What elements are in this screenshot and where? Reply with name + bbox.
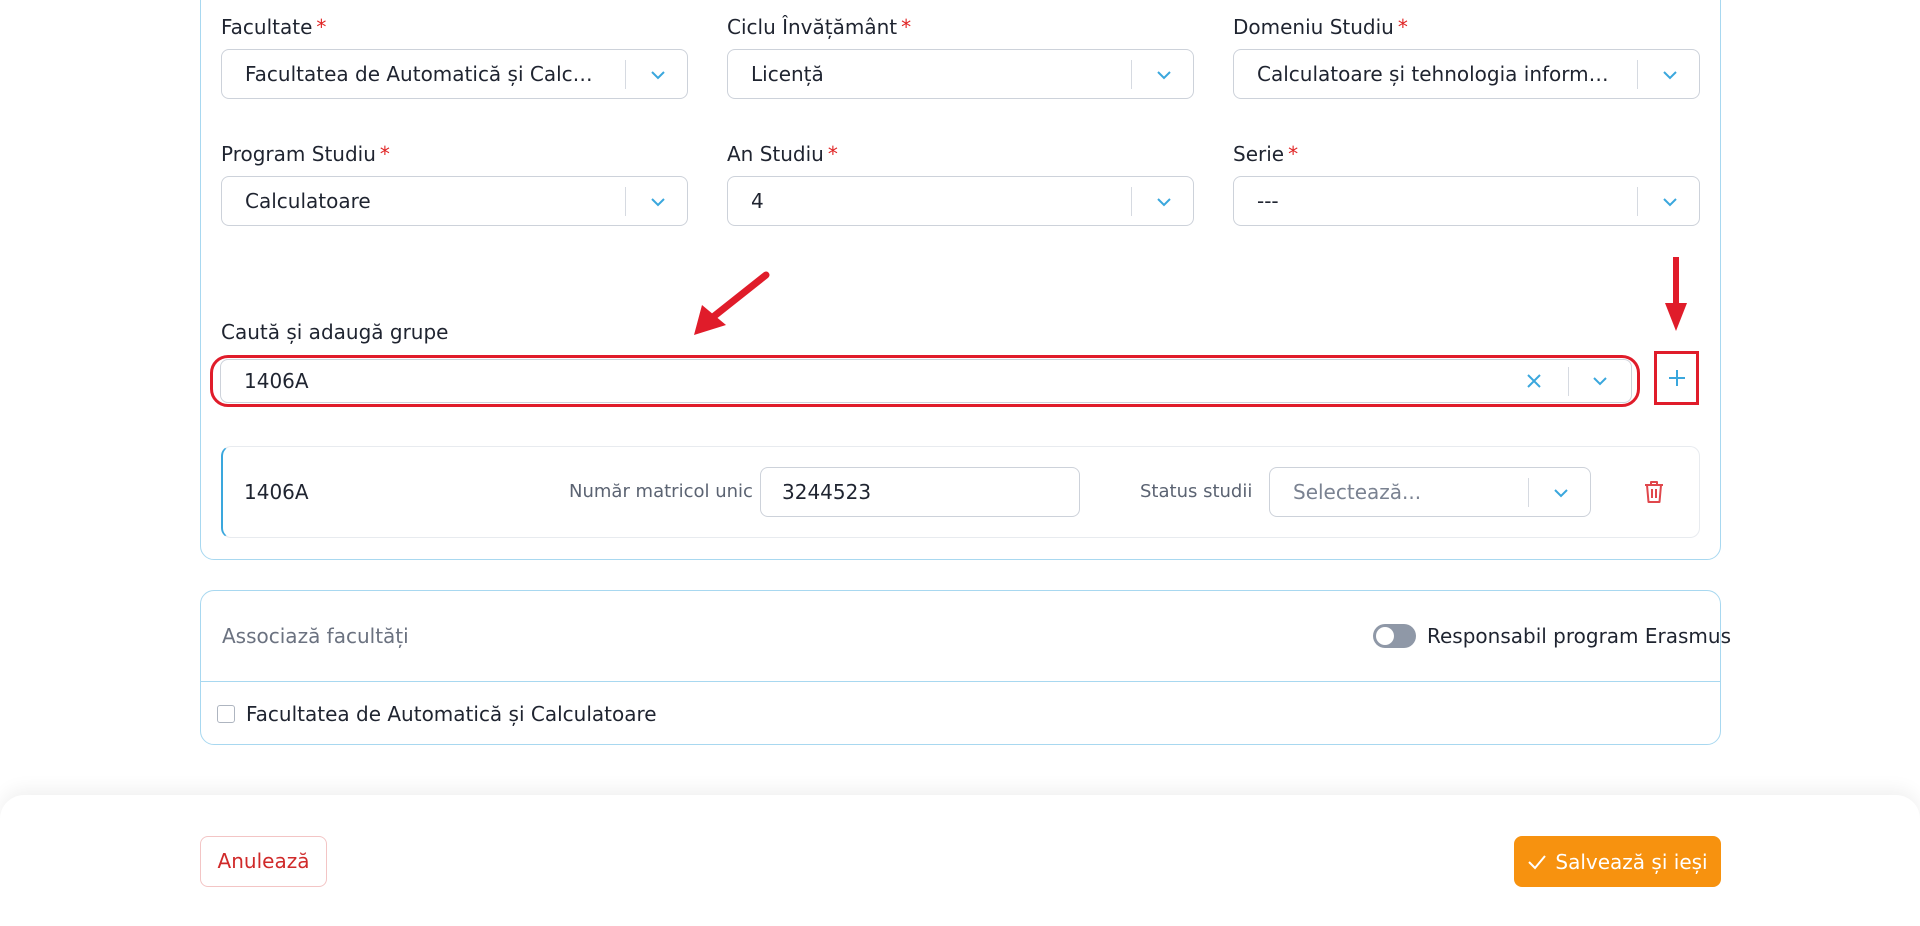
serie-value: --- bbox=[1257, 189, 1279, 213]
toggle-knob bbox=[1376, 627, 1394, 645]
group-search-label: Caută și adaugă grupe bbox=[221, 320, 449, 344]
trash-icon[interactable] bbox=[1642, 479, 1666, 505]
ciclu-value: Licență bbox=[751, 62, 824, 86]
select-separator bbox=[1637, 60, 1638, 89]
facultate-select[interactable]: Facultatea de Automatică și Calculato... bbox=[221, 49, 688, 99]
an-value: 4 bbox=[751, 189, 764, 213]
select-separator bbox=[625, 187, 626, 216]
matricol-label: Număr matricol unic bbox=[569, 481, 753, 502]
matricol-value: 3244523 bbox=[782, 480, 872, 504]
chevron-down-icon[interactable] bbox=[649, 66, 667, 84]
group-name: 1406A bbox=[244, 480, 309, 504]
chevron-down-icon[interactable] bbox=[1552, 484, 1570, 502]
domeniu-label-text: Domeniu Studiu bbox=[1233, 15, 1394, 39]
footer-bar: Anulează Salvează și ieși bbox=[0, 795, 1920, 926]
check-icon bbox=[1528, 854, 1547, 869]
select-separator bbox=[1528, 478, 1529, 507]
add-group-button[interactable] bbox=[1654, 351, 1699, 405]
program-label: Program Studiu * bbox=[221, 142, 390, 166]
serie-select[interactable]: --- bbox=[1233, 176, 1700, 226]
serie-label: Serie * bbox=[1233, 142, 1298, 166]
facultate-value: Facultatea de Automatică și Calculato... bbox=[245, 62, 605, 86]
program-label-text: Program Studiu bbox=[221, 142, 376, 166]
erasmus-toggle[interactable] bbox=[1373, 624, 1416, 648]
required-mark: * bbox=[1397, 15, 1408, 39]
ciclu-label-text: Ciclu Învățământ bbox=[727, 15, 898, 39]
faculty-checkbox[interactable] bbox=[217, 705, 235, 723]
faculty-checkbox-label[interactable]: Facultatea de Automatică și Calculatoare bbox=[246, 682, 657, 746]
associations-card: Associază facultăți Responsabil program … bbox=[200, 590, 1731, 746]
ciclu-select[interactable]: Licență bbox=[727, 49, 1194, 99]
an-label-text: An Studiu bbox=[727, 142, 824, 166]
chevron-down-icon[interactable] bbox=[1661, 193, 1679, 211]
facultate-label-text: Facultate bbox=[221, 15, 313, 39]
facultate-label: Facultate * bbox=[221, 15, 326, 39]
required-mark: * bbox=[1288, 142, 1299, 166]
chevron-down-icon[interactable] bbox=[1661, 66, 1679, 84]
program-value: Calculatoare bbox=[245, 189, 371, 213]
save-label: Salvează și ieși bbox=[1555, 849, 1708, 874]
ciclu-label: Ciclu Învățământ * bbox=[727, 15, 911, 39]
required-mark: * bbox=[316, 15, 327, 39]
matricol-input[interactable]: 3244523 bbox=[760, 467, 1080, 517]
highlight-box-search bbox=[210, 355, 1640, 407]
chevron-down-icon[interactable] bbox=[1155, 66, 1173, 84]
an-select[interactable]: 4 bbox=[727, 176, 1194, 226]
group-row: 1406A Număr matricol unic 3244523 Status… bbox=[221, 446, 1700, 538]
plus-icon bbox=[1668, 370, 1685, 386]
status-placeholder: Selectează... bbox=[1293, 480, 1422, 504]
chevron-down-icon[interactable] bbox=[1155, 193, 1173, 211]
cancel-button[interactable]: Anulează bbox=[200, 836, 327, 887]
domeniu-select[interactable]: Calculatoare și tehnologia informației bbox=[1233, 49, 1700, 99]
required-mark: * bbox=[901, 15, 912, 39]
select-separator bbox=[625, 60, 626, 89]
status-select[interactable]: Selectează... bbox=[1269, 467, 1591, 517]
select-separator bbox=[1131, 60, 1132, 89]
associations-title: Associază facultăți bbox=[222, 624, 409, 648]
select-separator bbox=[1637, 187, 1638, 216]
status-label: Status studii bbox=[1140, 481, 1253, 502]
domeniu-label: Domeniu Studiu * bbox=[1233, 15, 1408, 39]
serie-label-text: Serie bbox=[1233, 142, 1285, 166]
an-label: An Studiu * bbox=[727, 142, 838, 166]
select-separator bbox=[1131, 187, 1132, 216]
required-mark: * bbox=[379, 142, 390, 166]
required-mark: * bbox=[827, 142, 838, 166]
program-select[interactable]: Calculatoare bbox=[221, 176, 688, 226]
erasmus-toggle-label: Responsabil program Erasmus bbox=[1427, 624, 1732, 648]
save-and-exit-button[interactable]: Salvează și ieși bbox=[1514, 836, 1721, 887]
domeniu-value: Calculatoare și tehnologia informației bbox=[1257, 62, 1617, 86]
chevron-down-icon[interactable] bbox=[649, 193, 667, 211]
